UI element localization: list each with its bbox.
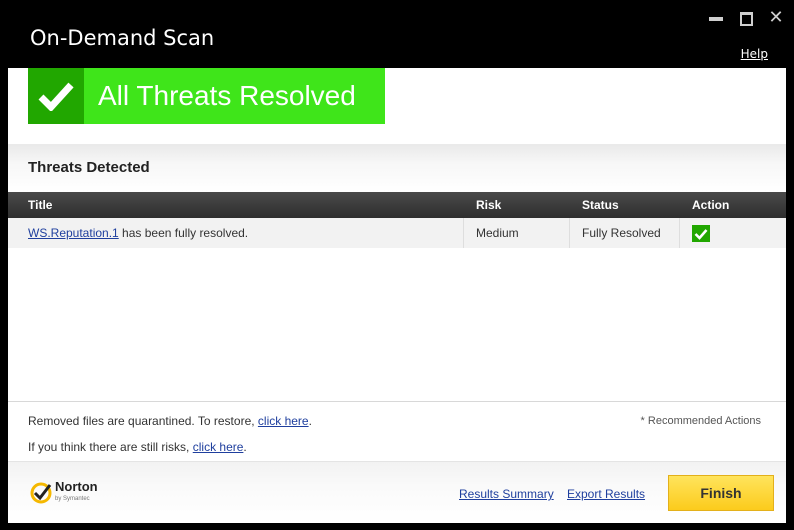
maximize-icon[interactable] bbox=[738, 10, 754, 26]
on-demand-scan-window: On-Demand Scan ✕ Help All Threats Resolv… bbox=[0, 0, 794, 530]
column-divider bbox=[569, 218, 570, 248]
section-header: Threats Detected bbox=[8, 144, 786, 192]
checkmark-icon bbox=[28, 68, 84, 124]
threat-title-cell: WS.Reputation.1 has been fully resolved. bbox=[28, 218, 248, 248]
norton-brand: Norton by Symantec bbox=[55, 479, 98, 505]
banner-text: All Threats Resolved bbox=[98, 80, 356, 111]
quarantine-note: Removed files are quarantined. To restor… bbox=[28, 414, 312, 428]
column-title[interactable]: Title bbox=[28, 198, 52, 212]
column-divider bbox=[679, 218, 680, 248]
column-status[interactable]: Status bbox=[582, 198, 619, 212]
status-cell: Fully Resolved bbox=[582, 226, 661, 240]
threats-table-header: Title Risk Status Action bbox=[8, 192, 786, 218]
section-title: Threats Detected bbox=[28, 159, 150, 176]
footer: Norton by Symantec Results Summary Expor… bbox=[8, 461, 786, 523]
norton-sub: by Symantec bbox=[55, 496, 90, 502]
checkmark-icon[interactable] bbox=[692, 225, 710, 242]
close-icon[interactable]: ✕ bbox=[768, 9, 784, 27]
finish-button[interactable]: Finish bbox=[668, 475, 774, 511]
column-divider bbox=[463, 218, 464, 248]
risk-note: If you think there are still risks, clic… bbox=[28, 440, 247, 454]
risk-cell: Medium bbox=[476, 226, 519, 240]
column-risk[interactable]: Risk bbox=[476, 198, 501, 212]
window-controls: ✕ bbox=[708, 8, 784, 28]
recommended-actions-note: * Recommended Actions bbox=[640, 415, 761, 427]
title-bar: On-Demand Scan ✕ Help bbox=[0, 0, 794, 68]
divider bbox=[8, 401, 786, 402]
risk-link[interactable]: click here bbox=[193, 440, 244, 454]
restore-link[interactable]: click here bbox=[258, 414, 309, 428]
window-title: On-Demand Scan bbox=[30, 26, 215, 50]
export-results-link[interactable]: Export Results bbox=[567, 487, 645, 501]
risk-end: . bbox=[243, 440, 247, 454]
help-link[interactable]: Help bbox=[741, 47, 768, 61]
risk-text: If you think there are still risks, bbox=[28, 440, 193, 454]
norton-name: Norton bbox=[55, 479, 98, 494]
main-content: All Threats Resolved Threats Detected Ti… bbox=[8, 68, 786, 523]
results-summary-link[interactable]: Results Summary bbox=[459, 487, 554, 501]
norton-logo: Norton by Symantec bbox=[30, 479, 98, 505]
norton-check-icon bbox=[30, 482, 52, 504]
quarantine-text: Removed files are quarantined. To restor… bbox=[28, 414, 258, 428]
table-row[interactable]: WS.Reputation.1 has been fully resolved.… bbox=[8, 218, 786, 248]
threat-message: has been fully resolved. bbox=[118, 226, 249, 240]
quarantine-end: . bbox=[308, 414, 312, 428]
minimize-icon[interactable] bbox=[708, 10, 724, 26]
status-banner: All Threats Resolved bbox=[28, 68, 385, 124]
threat-name-link[interactable]: WS.Reputation.1 bbox=[28, 226, 119, 240]
column-action[interactable]: Action bbox=[692, 198, 729, 212]
